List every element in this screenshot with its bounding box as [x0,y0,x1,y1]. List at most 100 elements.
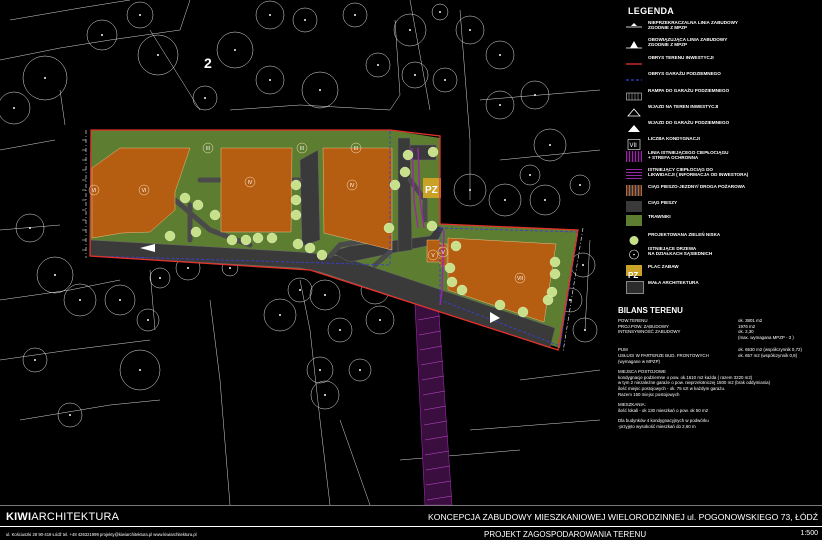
lawn-icon [626,215,642,226]
existing-tree-centre [376,63,380,67]
legend-item: WJAZD DO GARAŻU PODZIEMNEGO [626,120,816,134]
flats-text: ilość lokali - ok 130 mieszkań o pow. ok… [618,407,709,413]
existing-tree-centre [468,28,472,32]
low-greenery-shrub [383,222,395,234]
brand-logo-architektura: ARCHITEKTURA [31,511,120,523]
balance-row: (max. wymagana MPZP - 3 ) [618,335,818,341]
low-greenery-shrub [304,242,316,254]
low-greenery-shrub [190,226,202,238]
existing-tree-centre [498,53,502,57]
legend-item: ISTNIEJĄCE DRZEWA NA DZIAŁKACH SĄSIEDNIC… [626,246,816,260]
legend-item: OBRYS GARAŻU PODZIEMNEGO [626,71,816,85]
mandatory-building-line-icon [626,38,642,49]
existing-tree-centre [203,96,207,100]
existing-tree-centre [378,318,382,322]
legend-label: ISTNIEJĄCE DRZEWA NA DZIAŁKACH SĄSIEDNIC… [648,246,713,257]
existing-tree-centre [318,88,322,92]
plot-number: 2 [204,55,212,71]
low-greenery-shrub [426,220,438,232]
existing-tree-centre [186,266,190,270]
low-greenery-shrub [290,194,302,206]
existing-tree-centre [548,143,552,147]
low-greenery-shrub [399,166,411,178]
legend-item: PZ PLAC ZABAW [626,264,816,280]
existing-tree-centre [268,78,272,82]
heat-pipe-icon [626,151,642,162]
existing-tree-centre [156,53,160,57]
low-greenery-shrub [517,306,529,318]
existing-tree-centre [268,13,272,17]
existing-tree-centre [413,73,417,77]
legend-label: OBRYS TERENU INWESTYCJI [648,55,714,60]
low-greenery-shrub [164,230,176,242]
garage-entrance-icon [626,121,642,132]
legend-item: CIĄG PIESZO-JEZDNY/ DROGA POŻAROWA [626,184,816,198]
legend-label: LICZBA KONDYGNACJI [648,136,700,141]
storey-label: VI [142,188,147,194]
storey-label: III [354,146,358,152]
existing-tree-centre [228,266,232,270]
low-greenery-shrub [549,268,561,280]
legend-item: CIĄG PIESZY [626,200,816,214]
balance-value: (max. wymagana MPZP - 3 ) [738,334,794,340]
legend-item: ISTNIEJĄCY CIEPŁOCIĄG DO LIKWIDACJI ( IN… [626,167,816,181]
existing-tree-centre [358,368,362,372]
existing-tree-centre [543,198,547,202]
existing-tree-centre [338,328,342,332]
pipe-removal-icon [626,168,642,179]
legend-item: LINIA ISTNIEJĄCEGO CIEPŁOCIĄGU + STREFA … [626,150,816,164]
legend-item: RAMPA DO GARAŻU PODZIEMNEGO [626,88,816,102]
existing-tree-centre [578,183,582,187]
existing-tree-centre [318,368,322,372]
legend-label: PROJEKTOWANA ZIELEŃ NISKA [648,232,721,237]
low-greenery-shrub [456,284,468,296]
existing-tree-icon [626,247,642,260]
underground-garage-icon [626,72,642,83]
storey-label: VI [92,188,97,194]
legend-title: LEGENDA [628,6,675,16]
low-greenery-shrub [226,234,238,246]
garage-ramp-icon [626,89,642,101]
low-greenery-shrub [266,232,278,244]
parking-text: kondygnacje podziemne o pow. ok.1610 m2 … [618,374,771,397]
building-iv-center [220,147,293,233]
low-greenery-shrub [209,209,221,221]
fire-road-icon [626,185,642,196]
project-title: KONCEPCJA ZABUDOWY MIESZKANIOWEJ WIELORO… [428,512,818,522]
low-greenery-shrub [427,146,439,158]
legend-item: VII LICZBA KONDYGNACJI [626,136,816,150]
storeys-icon: VII [626,137,642,150]
existing-tree-centre [158,276,162,280]
storey-label: VII [517,276,523,282]
legend-item: PROJEKTOWANA ZIELEŃ NISKA [626,232,816,246]
existing-tree-centre [146,318,150,322]
brand-logo-kiwi: KIWI [6,511,32,523]
legend-label: RAMPA DO GARAŻU PODZIEMNEGO [648,88,730,93]
existing-tree-centre [323,393,327,397]
existing-tree-centre [12,106,16,110]
existing-tree-centre [408,28,412,32]
low-greenery-shrub [450,240,462,252]
storey-label: IV [248,180,253,186]
fixed-building-line-icon [626,21,642,32]
footer-divider [0,526,822,527]
legend-label: WJAZD DO GARAŻU PODZIEMNEGO [648,120,730,125]
legend-label: OBOWIĄZUJĄCA LINIA ZABUDOWY ZGODNIE Z MP… [648,37,728,48]
heat-pipe-corridor [414,299,453,505]
low-greenery-shrub [290,179,302,191]
existing-tree-centre [468,188,472,192]
existing-tree-centre [68,413,72,417]
low-greenery-shrub [252,232,264,244]
low-greenery-shrub [402,149,414,161]
building-iv-east [322,147,393,251]
storey-label: IV [350,183,355,189]
low-greenery-shrub [316,249,328,261]
low-greenery-shrub [240,234,252,246]
existing-tree-centre [118,298,122,302]
existing-tree-centre [443,78,447,82]
low-greenery-shrub [549,256,561,268]
playground-icon: PZ [626,265,642,280]
drawing-subtitle: PROJEKT ZAGOSPODAROWANIA TERENU [484,530,647,539]
existing-tree-centre [581,263,585,267]
existing-tree-centre [583,328,587,332]
